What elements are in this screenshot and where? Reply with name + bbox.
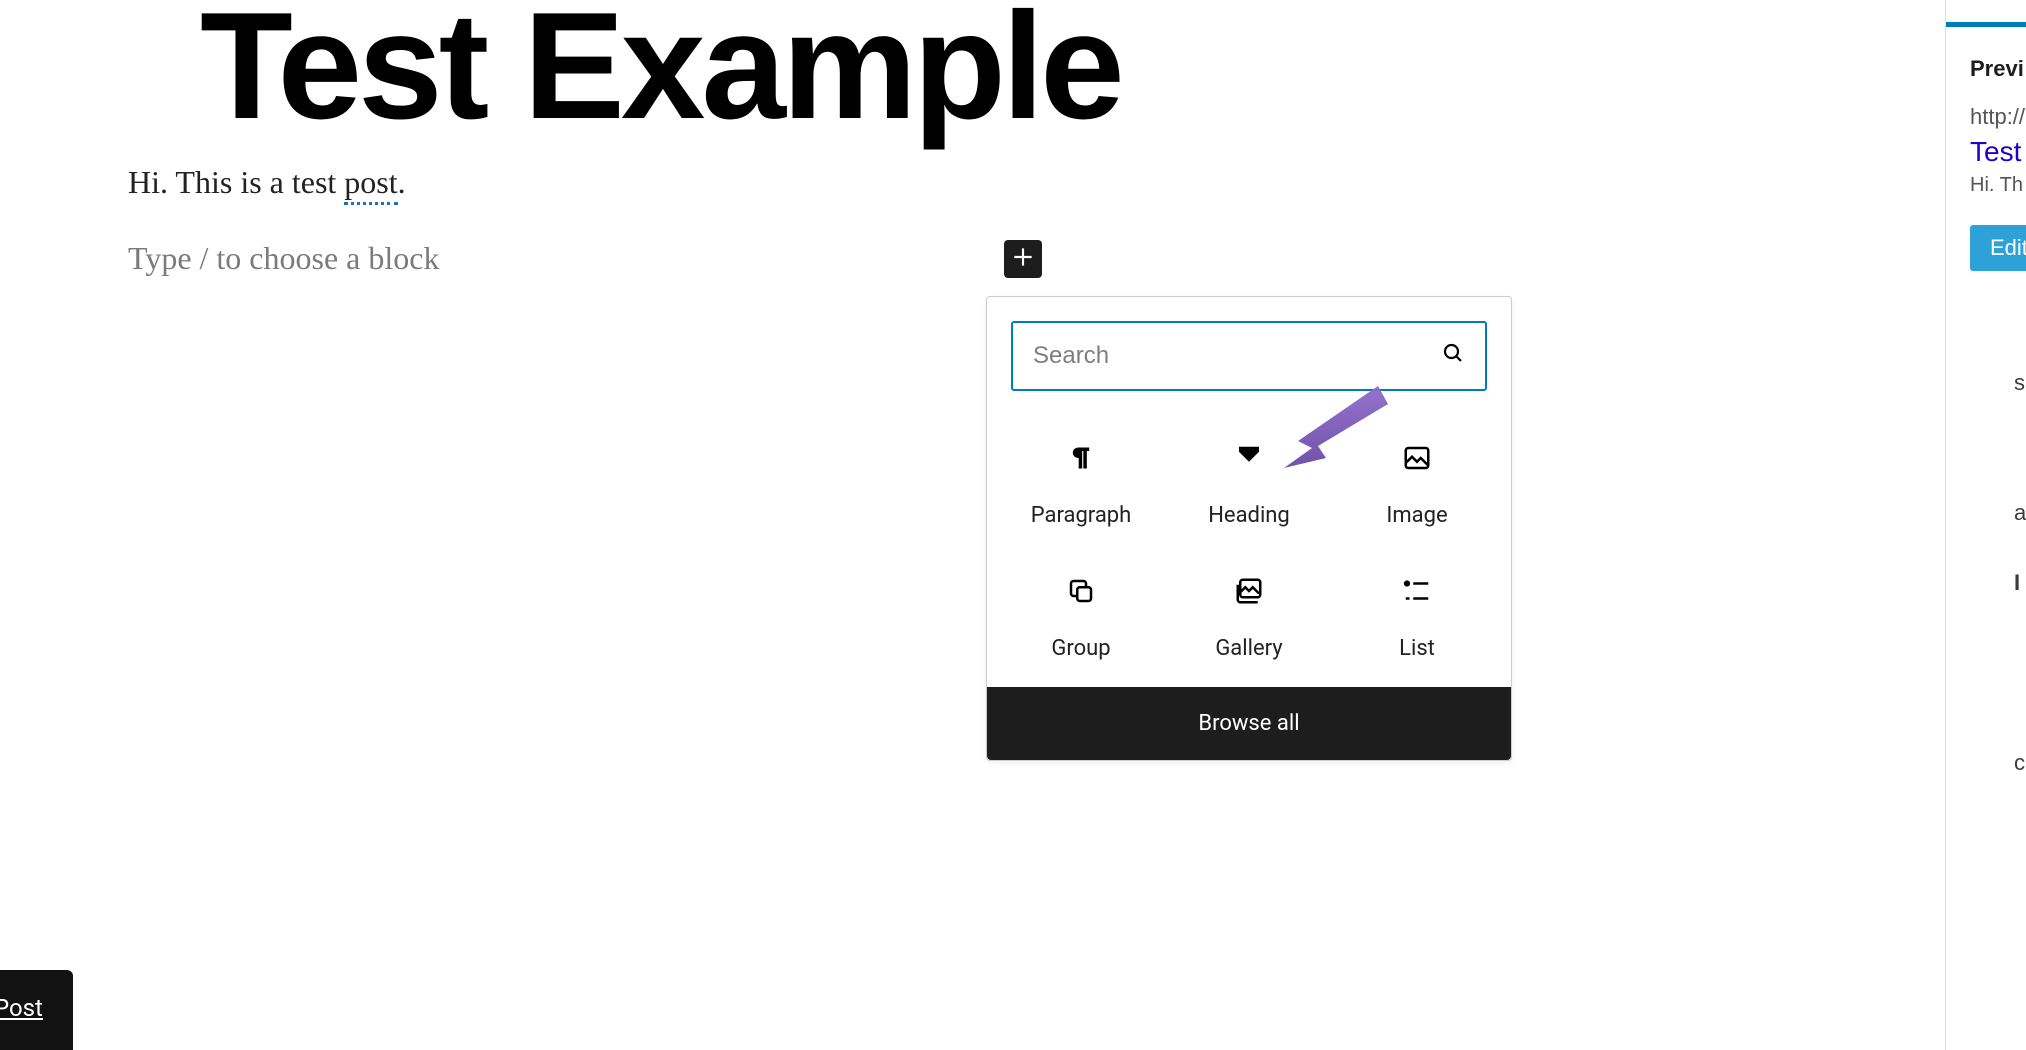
sidebar-cutoff-letter: I bbox=[2014, 570, 2020, 596]
edit-snippet-button[interactable]: Edit bbox=[1970, 225, 2026, 271]
list-icon bbox=[1402, 576, 1432, 612]
block-option-label: List bbox=[1399, 636, 1435, 661]
settings-sidebar: Previ http:// Test Hi. Th Edit s a I c bbox=[1945, 0, 2026, 1050]
view-post-snackbar[interactable]: w Post bbox=[0, 970, 73, 1050]
heading-icon bbox=[1234, 443, 1264, 479]
post-paragraph[interactable]: Hi. This is a test post. bbox=[128, 164, 406, 201]
preview-url: http:// bbox=[1970, 104, 2026, 130]
block-placeholder[interactable]: Type / to choose a block bbox=[128, 240, 439, 277]
paragraph-text-suffix: . bbox=[398, 164, 406, 200]
block-option-group[interactable]: Group bbox=[997, 558, 1165, 661]
block-option-label: Gallery bbox=[1215, 636, 1282, 661]
sidebar-cutoff-letter: a bbox=[2014, 500, 2026, 526]
sidebar-cutoff-letter: c bbox=[2014, 750, 2025, 776]
paragraph-icon bbox=[1067, 443, 1095, 479]
paragraph-text-underlined: post bbox=[344, 164, 397, 205]
search-icon bbox=[1441, 341, 1465, 371]
block-option-paragraph[interactable]: Paragraph bbox=[997, 425, 1165, 528]
block-option-label: Paragraph bbox=[1031, 503, 1132, 528]
image-icon bbox=[1402, 443, 1432, 479]
block-option-label: Group bbox=[1051, 636, 1110, 661]
active-tab-indicator bbox=[1946, 22, 2026, 27]
block-option-image[interactable]: Image bbox=[1333, 425, 1501, 528]
block-inserter-popover: Search Paragraph He bbox=[986, 296, 1512, 761]
block-search-input[interactable]: Search bbox=[1011, 321, 1487, 391]
post-title[interactable]: Test Example bbox=[200, 0, 1121, 142]
preview-title-link[interactable]: Test bbox=[1970, 136, 2026, 168]
add-block-button[interactable] bbox=[1004, 240, 1042, 278]
snackbar-link[interactable]: w Post bbox=[0, 994, 43, 1022]
block-option-gallery[interactable]: Gallery bbox=[1165, 558, 1333, 661]
block-search-placeholder: Search bbox=[1033, 342, 1441, 370]
preview-label: Previ bbox=[1970, 56, 2026, 82]
gallery-icon bbox=[1234, 576, 1264, 612]
plus-icon bbox=[1010, 244, 1036, 274]
block-option-label: Heading bbox=[1208, 503, 1290, 528]
block-option-heading[interactable]: Heading bbox=[1165, 425, 1333, 528]
sidebar-cutoff-letter: s bbox=[2014, 370, 2025, 396]
browse-all-button[interactable]: Browse all bbox=[987, 687, 1511, 760]
block-search-wrapper: Search bbox=[987, 297, 1511, 415]
paragraph-text-prefix: Hi. This is a test bbox=[128, 164, 344, 200]
preview-excerpt: Hi. Th bbox=[1970, 174, 2026, 197]
group-icon bbox=[1066, 576, 1096, 612]
block-option-label: Image bbox=[1386, 503, 1447, 528]
block-option-list[interactable]: List bbox=[1333, 558, 1501, 661]
